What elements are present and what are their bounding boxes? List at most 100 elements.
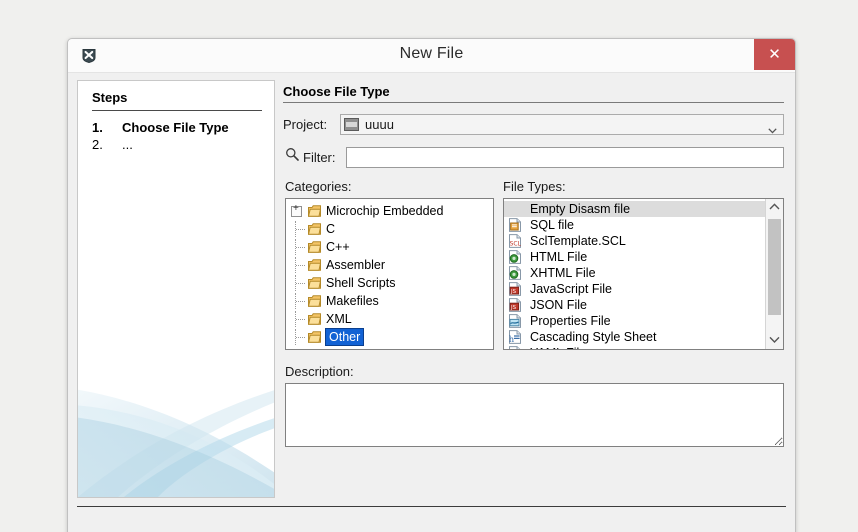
choose-file-type-panel: Choose File Type Project: uuuu Filter: C… bbox=[283, 80, 786, 498]
dialog-footer: < Back Next > Finish Cancel Help bbox=[68, 507, 795, 532]
screen: New File ✕ Steps 1. Choose File Type 2. … bbox=[0, 0, 858, 532]
file-type-item[interactable]: YAML File bbox=[504, 345, 766, 349]
properties-file-icon bbox=[508, 314, 522, 328]
chevron-up-icon[interactable] bbox=[766, 199, 783, 216]
css-file-icon: h bbox=[508, 330, 522, 344]
expand-toggle-icon[interactable] bbox=[291, 203, 302, 217]
description-label: Description: bbox=[285, 364, 354, 379]
file-type-item[interactable]: JS JavaScript File bbox=[504, 281, 766, 297]
chevron-down-icon[interactable] bbox=[768, 121, 777, 134]
project-value: uuuu bbox=[365, 117, 394, 132]
scl-file-icon: SCL bbox=[508, 234, 522, 248]
file-type-item[interactable]: h Cascading Style Sheet bbox=[504, 329, 766, 345]
file-type-item[interactable]: SQL file bbox=[504, 217, 766, 233]
steps-heading: Steps bbox=[92, 90, 128, 105]
html-file-icon bbox=[508, 250, 522, 264]
file-types-list[interactable]: Empty Disasm file SQL file SCL SclTemplate.… bbox=[503, 198, 784, 350]
new-file-dialog: New File ✕ Steps 1. Choose File Type 2. … bbox=[67, 38, 796, 532]
file-type-item[interactable]: XHTML File bbox=[504, 265, 766, 281]
file-type-label: YAML File bbox=[530, 345, 586, 349]
json-file-icon: JS bbox=[508, 298, 522, 312]
file-type-item[interactable]: SCL SclTemplate.SCL bbox=[504, 233, 766, 249]
category-item-label: Other bbox=[324, 328, 365, 346]
category-item-label: Assembler bbox=[326, 258, 386, 272]
file-type-label: SQL file bbox=[530, 218, 575, 232]
file-types-label: File Types: bbox=[503, 179, 566, 194]
category-item[interactable]: C++ bbox=[286, 239, 493, 255]
category-item[interactable]: Shell Scripts bbox=[286, 275, 493, 291]
file-type-label: JSON File bbox=[530, 298, 587, 312]
categories-tree[interactable]: Microchip Embedded C C++ Assembler Shell Scr… bbox=[285, 198, 494, 350]
tree-guide-line bbox=[296, 337, 305, 339]
project-select[interactable]: uuuu bbox=[340, 114, 784, 135]
project-label: Project: bbox=[283, 117, 328, 132]
file-type-label: XHTML File bbox=[530, 266, 596, 280]
file-type-label: HTML File bbox=[530, 250, 588, 264]
decorative-swoosh-graphic bbox=[78, 389, 274, 497]
page-title-divider bbox=[283, 102, 784, 103]
category-item-label: Microchip Embedded bbox=[326, 204, 444, 218]
folder-icon bbox=[307, 295, 322, 307]
file-type-item[interactable]: Properties File bbox=[504, 313, 766, 329]
file-type-label: JavaScript File bbox=[530, 282, 612, 296]
steps-divider bbox=[92, 110, 262, 111]
folder-icon bbox=[307, 241, 322, 253]
tree-guide-line bbox=[296, 319, 305, 321]
category-item-label: Shell Scripts bbox=[326, 276, 396, 290]
folder-icon bbox=[307, 259, 322, 271]
file-type-label: SclTemplate.SCL bbox=[530, 234, 626, 248]
category-item[interactable]: Assembler bbox=[286, 257, 493, 273]
dialog-titlebar: New File ✕ bbox=[68, 39, 795, 73]
filter-label: Filter: bbox=[303, 150, 336, 165]
file-type-label: Empty Disasm file bbox=[530, 202, 631, 216]
step-1-number: 1. bbox=[92, 120, 103, 135]
category-item-label: C++ bbox=[326, 240, 350, 254]
file-types-scrollbar[interactable] bbox=[765, 199, 783, 349]
category-item[interactable]: Other bbox=[286, 328, 493, 346]
category-item[interactable]: XML bbox=[286, 311, 493, 327]
category-item-label: XML bbox=[326, 312, 352, 326]
category-item-label: C bbox=[326, 222, 336, 236]
file-type-item[interactable]: Empty Disasm file bbox=[504, 201, 766, 217]
scrollbar-thumb[interactable] bbox=[768, 219, 781, 315]
search-icon bbox=[285, 147, 299, 161]
category-item-label: Makefiles bbox=[326, 294, 379, 308]
step-2-label: ... bbox=[122, 137, 133, 152]
tree-guide-line bbox=[296, 301, 305, 303]
svg-text:JS: JS bbox=[510, 305, 517, 311]
svg-text:JS: JS bbox=[510, 289, 517, 295]
tree-guide-line bbox=[296, 283, 305, 285]
tree-guide-line bbox=[296, 247, 305, 249]
folder-icon bbox=[307, 223, 322, 235]
project-box-icon bbox=[344, 118, 359, 131]
description-textarea[interactable] bbox=[285, 383, 784, 447]
svg-text:SCL: SCL bbox=[510, 240, 522, 247]
folder-icon bbox=[307, 277, 322, 289]
steps-panel: Steps 1. Choose File Type 2. ... bbox=[77, 80, 275, 498]
tree-guide-line bbox=[296, 229, 305, 231]
category-item[interactable]: C bbox=[286, 221, 493, 237]
file-type-item[interactable]: HTML File bbox=[504, 249, 766, 265]
tree-guide-line bbox=[296, 265, 305, 267]
dialog-title: New File bbox=[399, 45, 464, 62]
folder-icon bbox=[307, 313, 322, 325]
file-type-label: Cascading Style Sheet bbox=[530, 330, 657, 344]
category-item[interactable]: Makefiles bbox=[286, 293, 493, 309]
yaml-file-icon bbox=[508, 346, 522, 349]
svg-text:h: h bbox=[509, 334, 515, 344]
page-title: Choose File Type bbox=[283, 84, 390, 99]
javascript-file-icon: JS bbox=[508, 282, 522, 296]
file-type-label: Properties File bbox=[530, 314, 611, 328]
close-icon[interactable]: ✕ bbox=[754, 39, 795, 70]
categories-label: Categories: bbox=[285, 179, 352, 194]
step-1-label: Choose File Type bbox=[122, 120, 229, 135]
category-item[interactable]: Microchip Embedded bbox=[286, 203, 493, 219]
folder-icon bbox=[307, 205, 322, 217]
folder-icon bbox=[307, 331, 322, 343]
file-type-item[interactable]: JS JSON File bbox=[504, 297, 766, 313]
dialog-body: Steps 1. Choose File Type 2. ... Choose … bbox=[68, 72, 795, 532]
sql-file-icon bbox=[508, 218, 522, 232]
filter-input[interactable] bbox=[346, 147, 784, 168]
step-2-number: 2. bbox=[92, 137, 103, 152]
chevron-down-icon[interactable] bbox=[766, 332, 783, 349]
